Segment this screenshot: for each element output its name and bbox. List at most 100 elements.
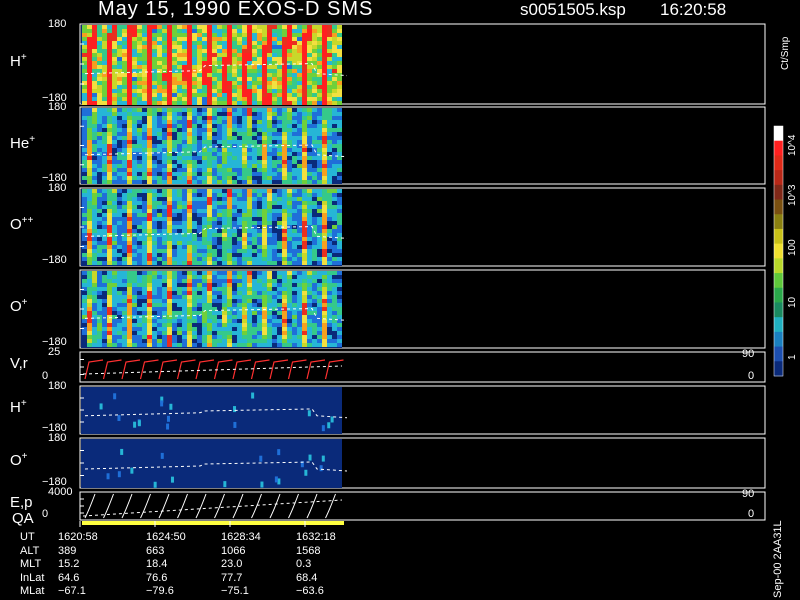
spectrogram-cell [187, 61, 192, 65]
spectrogram-cell [337, 160, 342, 164]
spectrogram-cell [132, 37, 137, 41]
spectrogram-cell [172, 343, 177, 347]
spectrogram-cell [212, 295, 217, 299]
spectrogram-cell [147, 61, 152, 65]
spectrogram-cell [307, 97, 312, 101]
spectrogram-cell [82, 57, 87, 61]
spectrogram-cell [287, 221, 292, 225]
spectrogram-cell [277, 245, 282, 249]
spectrogram-cell [137, 49, 142, 53]
spectrogram-cell [232, 29, 237, 33]
spectrogram-cell [212, 335, 217, 339]
spectrogram-cell [337, 41, 342, 45]
spectrogram-cell [172, 257, 177, 261]
spectrogram-cell [172, 275, 177, 279]
spectrogram-cell [97, 45, 102, 49]
spectrogram-cell [207, 189, 212, 193]
spectrogram-cell [332, 81, 337, 85]
spectrogram-cell [287, 189, 292, 193]
spectrogram-cell [167, 85, 172, 89]
spectrogram-cell [252, 237, 257, 241]
spectrogram-cell [307, 53, 312, 57]
spectrogram-cell [172, 229, 177, 233]
spectrogram-cell [102, 283, 107, 287]
spectrogram-cell [82, 116, 87, 120]
spectrogram-cell [162, 168, 167, 172]
spectrogram-cell [182, 136, 187, 140]
spectrogram-cell [142, 189, 147, 193]
spectrogram-cell [172, 176, 177, 180]
spectrogram-cell [237, 213, 242, 217]
spectrogram-cell [182, 249, 187, 253]
spectrogram-cell [277, 315, 282, 319]
spectrogram-cell [132, 45, 137, 49]
spectrogram-cell [147, 160, 152, 164]
spectrogram-cell [152, 53, 157, 57]
spectrogram-cell [97, 323, 102, 327]
spectrogram-cell [277, 253, 282, 257]
spectrogram-cell [247, 237, 252, 241]
spectrogram-cell [321, 425, 325, 432]
spectrogram-cell [207, 335, 212, 339]
spectrogram-cell [232, 323, 237, 327]
spectrogram-cell [132, 112, 137, 116]
spectrogram-cell [252, 37, 257, 41]
spectrogram-cell [162, 144, 167, 148]
spectrogram-cell [277, 57, 282, 61]
spectrogram-cell [297, 189, 302, 193]
spectrogram-cell [292, 69, 297, 73]
spectrogram-cell [257, 257, 262, 261]
spectrogram-cell [312, 279, 317, 283]
spectrogram-cell [92, 160, 97, 164]
spectrogram-cell [242, 343, 247, 347]
spectrogram-cell [97, 49, 102, 53]
spectrogram-cell [87, 229, 92, 233]
spectrogram-cell [127, 108, 132, 112]
spectrogram-cell [187, 89, 192, 93]
spectrogram-cell [322, 53, 327, 57]
spectrogram-cell [327, 29, 332, 33]
spectrogram-cell [152, 49, 157, 53]
spectrogram-cell [197, 152, 202, 156]
spectrogram-cell [222, 45, 227, 49]
spectrogram-cell [222, 221, 227, 225]
spectrogram-cell [292, 156, 297, 160]
spectrogram-cell [267, 271, 272, 275]
spectrogram-cell [267, 209, 272, 213]
spectrogram-cell [142, 81, 147, 85]
spectrogram-cell [152, 193, 157, 197]
spectrogram-cell [242, 253, 247, 257]
spectrogram-cell [162, 89, 167, 93]
spectrogram-cell [252, 148, 257, 152]
spectrogram-cell [332, 45, 337, 49]
spectrogram-cell [147, 201, 152, 205]
spectrogram-cell [182, 29, 187, 33]
spectrogram-cell [107, 144, 112, 148]
spectrogram-cell [202, 271, 207, 275]
spectrogram-cell [117, 205, 122, 209]
spectrogram-cell [302, 37, 307, 41]
spectrogram-cell [297, 275, 302, 279]
spectrogram-cell [207, 89, 212, 93]
spectrogram-cell [212, 81, 217, 85]
spectrogram-cell [322, 303, 327, 307]
spectrogram-cell [307, 152, 312, 156]
spectrogram-cell [337, 37, 342, 41]
spectrogram-cell [267, 93, 272, 97]
spectrogram-cell [142, 140, 147, 144]
spectrogram-cell [137, 25, 142, 29]
spectrogram-cell [142, 160, 147, 164]
spectrogram-cell [322, 257, 327, 261]
spectrogram-cell [277, 291, 282, 295]
spectrogram-cell [307, 89, 312, 93]
spectrogram-cell [202, 29, 207, 33]
spectrogram-cell [321, 455, 325, 462]
spectrogram-cell [137, 61, 142, 65]
spectrogram-cell [107, 299, 112, 303]
spectrogram-cell [167, 61, 172, 65]
spectrogram-cell [247, 209, 252, 213]
spectrogram-cell [257, 217, 262, 221]
spectrogram-cell [302, 213, 307, 217]
ep-line [84, 493, 336, 519]
spectrogram-cell [102, 253, 107, 257]
